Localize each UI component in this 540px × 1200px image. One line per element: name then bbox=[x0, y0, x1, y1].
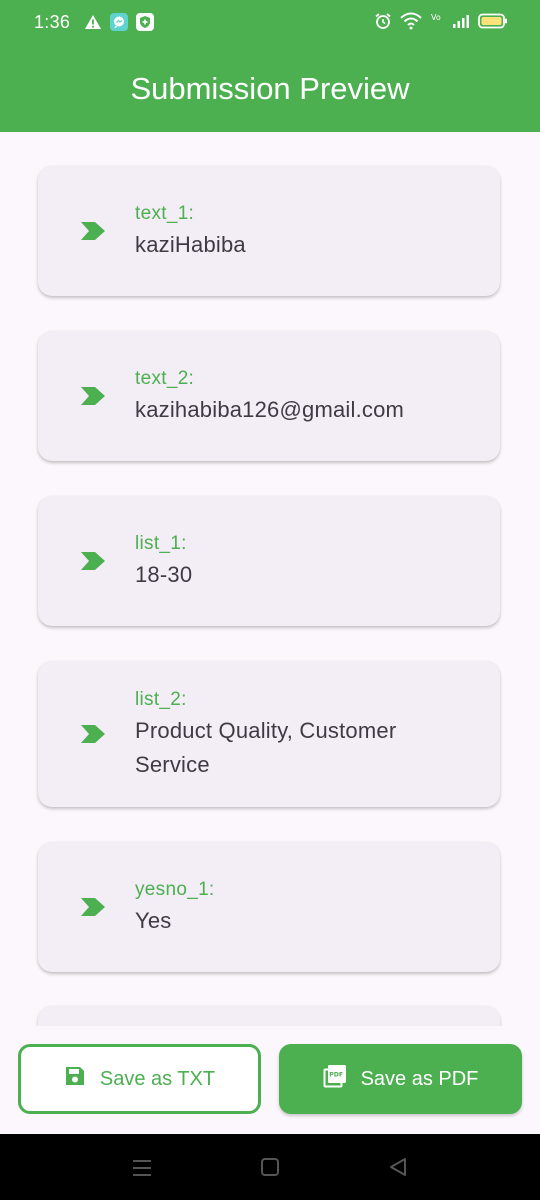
submission-list[interactable]: text_1: kaziHabiba text_2: kazihabiba126… bbox=[0, 132, 540, 1026]
field-key: text_2: bbox=[135, 368, 195, 389]
submission-card-text-1: text_1: kaziHabiba bbox=[38, 166, 500, 296]
volte-icon: Vo LTE bbox=[430, 12, 457, 35]
label-arrow-icon bbox=[80, 897, 106, 917]
pdf-icon: PDF bbox=[323, 1064, 347, 1094]
field-key: list_2: bbox=[135, 689, 187, 710]
submission-card-partial bbox=[38, 1006, 500, 1026]
back-icon[interactable] bbox=[388, 1157, 408, 1182]
svg-text:PDF: PDF bbox=[329, 1072, 343, 1079]
app-bar: Submission Preview bbox=[0, 48, 540, 132]
save-txt-button[interactable]: Save as TXT bbox=[18, 1044, 261, 1114]
alarm-icon bbox=[374, 12, 392, 35]
signal-icon bbox=[452, 13, 470, 34]
save-icon bbox=[64, 1065, 86, 1093]
wifi-icon bbox=[400, 12, 422, 35]
field-value: kazihabiba126@gmail.com bbox=[135, 397, 405, 422]
label-arrow-icon bbox=[80, 551, 106, 571]
status-bar: 1:36 Vo bbox=[0, 0, 540, 48]
field-value: 18-30 bbox=[135, 562, 193, 587]
field-key: list_1: bbox=[135, 533, 187, 554]
label-arrow-icon bbox=[80, 221, 106, 241]
label-arrow-icon bbox=[80, 386, 106, 406]
field-key: yesno_1: bbox=[135, 879, 215, 900]
field-value: Product Quality, Customer Service bbox=[135, 718, 397, 777]
page-title: Submission Preview bbox=[130, 71, 410, 106]
status-notification-icons bbox=[84, 13, 154, 36]
svg-text:Vo LTE: Vo LTE bbox=[431, 13, 444, 22]
home-icon[interactable] bbox=[260, 1157, 280, 1182]
field-key: text_1: bbox=[135, 203, 195, 224]
label-arrow-icon bbox=[80, 724, 106, 744]
field-value: kaziHabiba bbox=[135, 232, 246, 257]
action-bar: Save as TXT PDF Save as PDF bbox=[0, 1026, 540, 1134]
status-system-icons: Vo LTE bbox=[374, 12, 508, 35]
system-nav-bar bbox=[0, 1134, 540, 1200]
field-value: Yes bbox=[135, 908, 172, 933]
save-pdf-button[interactable]: PDF Save as PDF bbox=[279, 1044, 522, 1114]
submission-card-list-1: list_1: 18-30 bbox=[38, 496, 500, 626]
save-txt-label: Save as TXT bbox=[99, 1067, 216, 1090]
messenger-icon bbox=[110, 13, 128, 36]
menu-icon[interactable] bbox=[132, 1158, 152, 1183]
submission-card-yesno-1: yesno_1: Yes bbox=[38, 842, 500, 972]
status-time: 1:36 bbox=[34, 12, 71, 32]
warning-icon bbox=[84, 14, 102, 35]
submission-card-list-2: list_2: Product Quality, Customer Servic… bbox=[38, 661, 500, 807]
battery-icon bbox=[478, 13, 508, 34]
shield-icon bbox=[136, 13, 154, 36]
submission-card-text-2: text_2: kazihabiba126@gmail.com bbox=[38, 331, 500, 461]
save-pdf-label: Save as PDF bbox=[360, 1067, 479, 1090]
